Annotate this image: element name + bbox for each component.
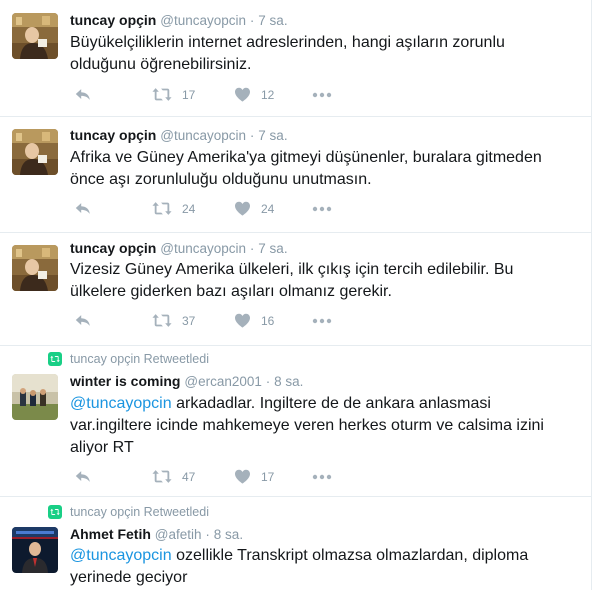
reply-button[interactable] [74,313,92,328]
timestamp[interactable]: 8 sa. [274,374,303,389]
avatar[interactable] [12,374,58,420]
more-button[interactable] [312,318,332,324]
retweet-count: 24 [182,201,196,216]
mention-link[interactable]: @tuncayopcin [70,395,172,412]
retweeted-by-label: tuncay opçin Retweetledi [70,505,209,519]
retweet-count: 47 [182,469,196,484]
more-icon [312,318,332,324]
retweet-button[interactable]: 24 [152,201,195,216]
retweet-button[interactable]: 47 [152,469,195,484]
tweet-actions: 24 24 [74,201,374,221]
more-button[interactable] [312,206,332,212]
like-button[interactable]: 12 [234,87,274,102]
retweet-context[interactable]: tuncay opçin Retweetledi [48,352,209,366]
avatar[interactable] [12,245,58,291]
retweeted-tweet[interactable]: tuncay opçin Retweetledi winter is comin… [0,346,591,497]
display-name[interactable]: winter is coming [70,373,180,389]
retweeted-tweet[interactable]: tuncay opçin Retweetledi Ahmet Fetih @af… [0,497,591,590]
reply-icon [74,201,92,216]
separator: · [249,13,255,28]
user-handle[interactable]: @afetih [155,527,202,542]
retweet-button[interactable]: 37 [152,313,195,328]
more-button[interactable] [312,474,332,480]
retweet-icon [152,201,172,216]
tweet-text: Vizesiz Güney Amerika ülkeleri, ilk çıkı… [70,261,514,300]
tweet[interactable]: tuncay opçin @tuncayopcin · 7 sa. Büyüke… [0,0,591,117]
more-button[interactable] [312,92,332,98]
heart-icon [234,469,251,484]
avatar[interactable] [12,527,58,573]
separator: · [205,527,210,542]
like-count: 17 [261,469,275,484]
tweet-actions: 17 12 [74,87,374,107]
tweet-text: @tuncayopcin arkadadlar. Ingiltere de de… [70,393,570,459]
tweet-text: Büyükelçiliklerin internet adreslerinden… [70,34,505,73]
like-button[interactable]: 16 [234,313,274,328]
mention-link[interactable]: @tuncayopcin [70,547,172,564]
tweet-actions: 47 17 [74,469,374,489]
like-button[interactable]: 24 [234,201,274,216]
display-name[interactable]: tuncay opçin [70,240,156,256]
retweet-badge-icon [48,352,62,366]
like-button[interactable]: 17 [234,469,274,484]
retweeted-by-label: tuncay opçin Retweetledi [70,352,209,366]
retweet-count: 37 [182,313,196,328]
more-icon [312,474,332,480]
retweet-icon [152,469,172,484]
more-icon [312,92,332,98]
timestamp[interactable]: 7 sa. [258,241,287,256]
user-handle[interactable]: @ercan2001 [184,374,262,389]
display-name[interactable]: tuncay opçin [70,12,156,28]
like-count: 16 [261,313,275,328]
retweet-badge-icon [48,505,62,519]
more-icon [312,206,332,212]
reply-button[interactable] [74,201,92,216]
user-handle[interactable]: @tuncayopcin [160,13,246,28]
heart-icon [234,201,251,216]
retweet-context[interactable]: tuncay opçin Retweetledi [48,505,209,519]
reply-icon [74,313,92,328]
tweet-actions: 37 16 [74,313,374,333]
heart-icon [234,313,251,328]
avatar[interactable] [12,129,58,175]
like-count: 24 [261,201,275,216]
separator: · [249,241,255,256]
tweet-header: tuncay opçin @tuncayopcin · 7 sa. [70,127,288,143]
tweet[interactable]: tuncay opçin @tuncayopcin · 7 sa. Vizesi… [0,233,591,346]
tweet-header: Ahmet Fetih @afetih · 8 sa. [70,526,243,542]
timestamp[interactable]: 7 sa. [258,13,287,28]
tweet-header: winter is coming @ercan2001 · 8 sa. [70,373,303,389]
timeline: tuncay opçin @tuncayopcin · 7 sa. Büyüke… [0,0,592,590]
tweet-text: @tuncayopcin ozellikle Transkript olmazs… [70,545,570,589]
avatar[interactable] [12,13,58,59]
timestamp[interactable]: 8 sa. [214,527,243,542]
like-count: 12 [261,87,275,102]
user-handle[interactable]: @tuncayopcin [160,128,246,143]
user-handle[interactable]: @tuncayopcin [160,241,246,256]
tweet-text: Afrika ve Güney Amerika'ya gitmeyi düşün… [70,149,542,188]
display-name[interactable]: tuncay opçin [70,127,156,143]
separator: · [249,128,255,143]
reply-icon [74,469,92,484]
reply-icon [74,87,92,102]
tweet-header: tuncay opçin @tuncayopcin · 7 sa. [70,12,288,28]
tweet[interactable]: tuncay opçin @tuncayopcin · 7 sa. Afrika… [0,117,591,233]
retweet-count: 17 [182,87,196,102]
tweet-header: tuncay opçin @tuncayopcin · 7 sa. [70,240,288,256]
heart-icon [234,87,251,102]
display-name[interactable]: Ahmet Fetih [70,526,151,542]
timestamp[interactable]: 7 sa. [258,128,287,143]
retweet-icon [152,313,172,328]
retweet-icon [152,87,172,102]
reply-button[interactable] [74,469,92,484]
reply-button[interactable] [74,87,92,102]
retweet-button[interactable]: 17 [152,87,195,102]
separator: · [265,374,271,389]
